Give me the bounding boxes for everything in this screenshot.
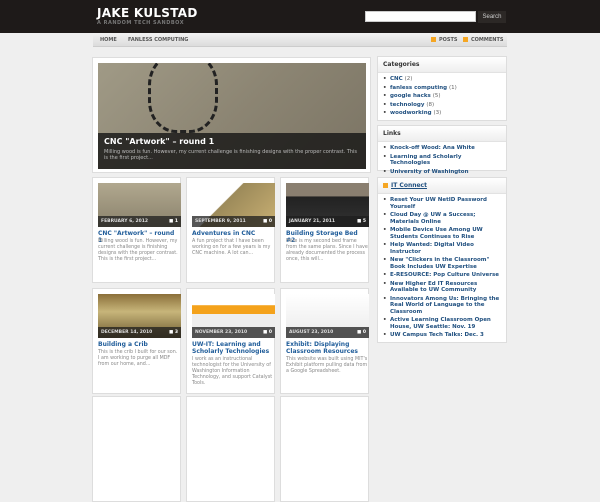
- post-excerpt: This is the crib I built for our son. I …: [98, 350, 178, 367]
- main-nav: HOME FANLESS COMPUTING POSTS COMMENTS: [93, 33, 507, 47]
- post-date: FEBRUARY 6, 2012: [101, 219, 149, 224]
- feed-item[interactable]: Mobile Device Use Among UW Students Cont…: [383, 227, 501, 240]
- post-title[interactable]: UW-IT: Learning and Scholarly Technologi…: [192, 341, 274, 355]
- feed-item[interactable]: Innovators Among Us: Bringing the Real W…: [383, 296, 501, 316]
- comment-count[interactable]: ■ 3: [169, 330, 178, 335]
- comment-count[interactable]: ■ 0: [263, 219, 272, 224]
- post-card[interactable]: DECEMBER 14, 2010 ■ 3 Building a Crib This …: [92, 288, 181, 394]
- nav-home[interactable]: HOME: [100, 37, 117, 43]
- post-meta: FEBRUARY 6, 2012 ■ 1: [98, 216, 181, 227]
- post-title[interactable]: Building a Crib: [98, 341, 180, 348]
- feed-item[interactable]: Cloud Day @ UW a Success; Materials Onli…: [383, 212, 501, 225]
- post-thumbnail[interactable]: DECEMBER 14, 2010 ■ 3: [98, 294, 181, 338]
- comment-count[interactable]: ■ 1: [169, 219, 178, 224]
- post-thumbnail[interactable]: NOVEMBER 23, 2010 ■ 0: [192, 294, 275, 338]
- links-widget: Links Knock-off Wood: Ana White Learning …: [377, 125, 507, 175]
- site-tagline: A RANDOM TECH SANDBOX: [97, 20, 185, 26]
- feed-item[interactable]: New Higher Ed IT Resources Available to …: [383, 281, 501, 294]
- featured-image[interactable]: CNC "Artwork" – round 1 Milling wood is …: [98, 63, 366, 169]
- post-card[interactable]: [280, 396, 369, 502]
- feed-item[interactable]: E-RESOURCE: Pop Culture Universe: [383, 272, 501, 279]
- search-input[interactable]: [365, 11, 476, 22]
- comments-feed-link[interactable]: COMMENTS: [463, 37, 503, 43]
- comment-count[interactable]: ■ 0: [357, 330, 366, 335]
- post-thumbnail[interactable]: SEPTEMBER 9, 2011 ■ 0: [192, 183, 275, 227]
- it-connect-header: IT Connect: [378, 178, 506, 194]
- categories-title: Categories: [378, 57, 506, 73]
- post-excerpt: Here is my second bed frame from the sam…: [286, 239, 368, 262]
- link-item[interactable]: Learning and Scholarly Technologies: [383, 154, 501, 167]
- category-item[interactable]: CNC (2): [383, 76, 501, 83]
- post-card[interactable]: NOVEMBER 23, 2010 ■ 0 UW-IT: Learning and …: [186, 288, 275, 394]
- post-card[interactable]: [92, 396, 181, 502]
- featured-title[interactable]: CNC "Artwork" – round 1: [104, 137, 360, 146]
- post-card[interactable]: FEBRUARY 6, 2012 ■ 1 CNC "Artwork" – round…: [92, 177, 181, 283]
- it-connect-title[interactable]: IT Connect: [391, 182, 427, 189]
- post-date: AUGUST 23, 2010: [289, 330, 334, 335]
- links-title: Links: [378, 126, 506, 142]
- featured-caption: CNC "Artwork" – round 1 Milling wood is …: [98, 133, 366, 169]
- post-title[interactable]: Exhibit: Displaying Classroom Resources: [286, 341, 368, 355]
- category-item[interactable]: fanless computing (1): [383, 85, 501, 92]
- link-item[interactable]: University of Washington: [383, 169, 501, 176]
- post-card[interactable]: AUGUST 23, 2010 ■ 0 Exhibit: Displaying Cl…: [280, 288, 369, 394]
- artwork-drawing: [148, 63, 218, 133]
- comment-count[interactable]: ■ 0: [263, 330, 272, 335]
- link-item[interactable]: Knock-off Wood: Ana White: [383, 145, 501, 152]
- site-title[interactable]: JAKE KULSTAD: [97, 6, 198, 20]
- feed-item[interactable]: Reset Your UW NetID Password Yourself: [383, 197, 501, 210]
- it-connect-widget: IT Connect Reset Your UW NetID Password …: [377, 177, 507, 343]
- rss-icon[interactable]: [383, 183, 388, 188]
- post-meta: AUGUST 23, 2010 ■ 0: [286, 327, 369, 338]
- rss-icon: [463, 37, 468, 42]
- post-excerpt: Milling wood is fun. However, my current…: [98, 239, 178, 262]
- post-card[interactable]: SEPTEMBER 9, 2011 ■ 0 Adventures in CNC A f…: [186, 177, 275, 283]
- post-date: NOVEMBER 23, 2010: [195, 330, 248, 335]
- post-date: SEPTEMBER 9, 2011: [195, 219, 246, 224]
- feed-item[interactable]: New "Clickers in the Classroom" Book Inc…: [383, 257, 501, 270]
- site-header: JAKE KULSTAD A RANDOM TECH SANDBOX Searc…: [0, 0, 600, 33]
- search-button[interactable]: Search: [478, 11, 506, 23]
- post-card[interactable]: JANUARY 21, 2011 ■ 5 Building Storage Bed …: [280, 177, 369, 283]
- category-item[interactable]: woodworking (3): [383, 110, 501, 117]
- post-thumbnail[interactable]: JANUARY 21, 2011 ■ 5: [286, 183, 369, 227]
- rss-icon: [431, 37, 436, 42]
- feed-item[interactable]: Help Wanted: Digital Video Instructor: [383, 242, 501, 255]
- feed-item[interactable]: Active Learning Classroom Open House, UW…: [383, 317, 501, 330]
- comment-count[interactable]: ■ 5: [357, 219, 366, 224]
- post-meta: NOVEMBER 23, 2010 ■ 0: [192, 327, 275, 338]
- post-excerpt: This website was built using MIT's Exhib…: [286, 357, 368, 374]
- post-excerpt: A fun project that I have been working o…: [192, 239, 271, 256]
- featured-excerpt: Milling wood is fun. However, my current…: [104, 149, 358, 161]
- category-item[interactable]: technology (8): [383, 102, 501, 109]
- category-item[interactable]: google hacks (5): [383, 93, 501, 100]
- post-thumbnail[interactable]: FEBRUARY 6, 2012 ■ 1: [98, 183, 181, 227]
- post-meta: DECEMBER 14, 2010 ■ 3: [98, 327, 181, 338]
- post-excerpt: I work as an instructional technologist …: [192, 357, 273, 386]
- categories-widget: Categories CNC (2) fanless computing (1)g…: [377, 56, 507, 121]
- post-date: JANUARY 21, 2011: [289, 219, 336, 224]
- post-thumbnail[interactable]: AUGUST 23, 2010 ■ 0: [286, 294, 369, 338]
- featured-post[interactable]: CNC "Artwork" – round 1 Milling wood is …: [92, 57, 371, 173]
- posts-feed-link[interactable]: POSTS: [431, 37, 458, 43]
- post-meta: SEPTEMBER 9, 2011 ■ 0: [192, 216, 275, 227]
- post-meta: JANUARY 21, 2011 ■ 5: [286, 216, 369, 227]
- nav-fanless-computing[interactable]: FANLESS COMPUTING: [128, 37, 188, 43]
- post-card[interactable]: [186, 396, 275, 502]
- feed-item[interactable]: UW Campus Tech Talks: Dec. 3: [383, 332, 501, 339]
- post-date: DECEMBER 14, 2010: [101, 330, 153, 335]
- post-title[interactable]: Adventures in CNC: [192, 230, 274, 237]
